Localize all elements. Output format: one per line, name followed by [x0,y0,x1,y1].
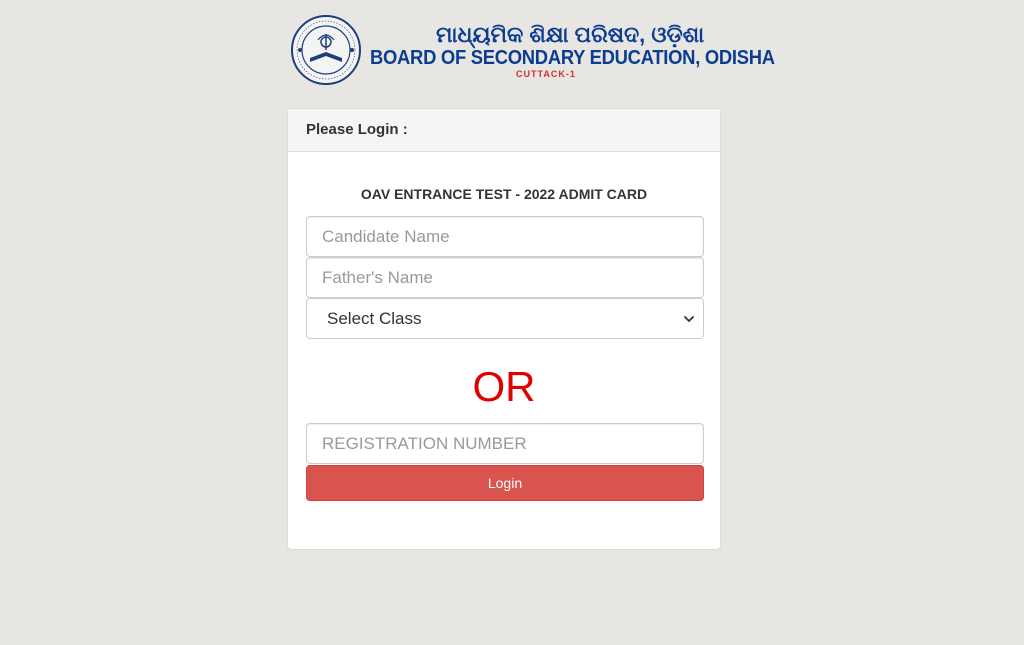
board-city-label: CUTTACK-1 [516,69,576,79]
panel-heading: Please Login : [288,109,720,152]
or-separator: OR [472,363,536,410]
chevron-down-icon [684,316,694,322]
class-select-value: Select Class [327,309,422,328]
site-header: ମାଧ୍ୟମିକ ଶିକ୍ଷା ପରିଷଦ, ଓଡ଼ିଶା BOARD OF S… [290,12,775,90]
board-title-odia: ମାଧ୍ୟମିକ ଶିକ୍ଷା ପରିଷଦ, ଓଡ଼ିଶା [436,22,705,47]
bse-seal-logo [291,15,361,85]
board-title-english: BOARD OF SECONDARY EDUCATION, ODISHA [370,47,775,69]
registration-number-input[interactable] [306,423,704,464]
form-title: OAV ENTRANCE TEST - 2022 ADMIT CARD [360,186,648,202]
class-select[interactable]: Select Class [306,298,704,339]
father-name-input[interactable] [306,257,704,298]
login-button[interactable]: Login [306,465,704,501]
candidate-name-input[interactable] [306,216,704,257]
login-panel: Please Login : OAV ENTRANCE TEST - 2022 … [287,108,721,550]
